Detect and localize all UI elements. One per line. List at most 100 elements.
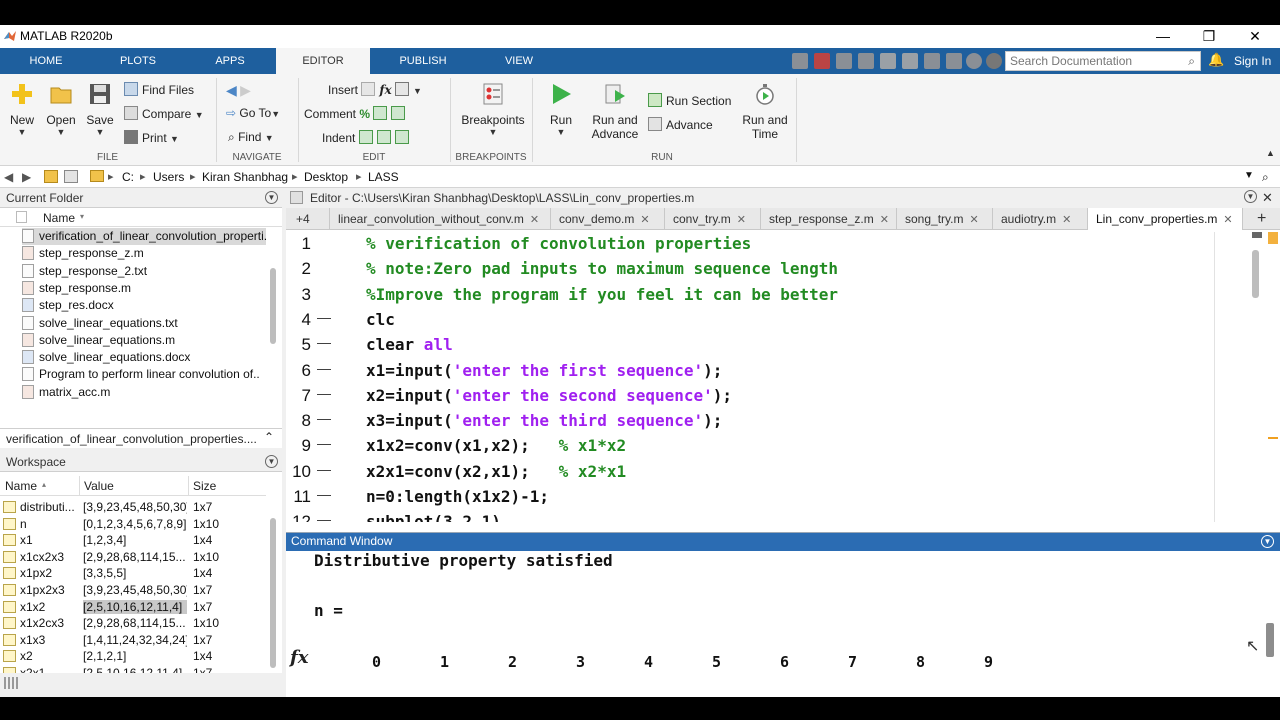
workspace-variable-row[interactable]: distributi... [3,9,23,45,48,50,30] 1x7 <box>0 499 266 516</box>
find-button[interactable]: ⌕ Find ▼ <box>228 130 274 145</box>
comment-percent-icon[interactable]: % <box>359 107 370 121</box>
uncomment-icon[interactable] <box>373 106 388 120</box>
tab-publish[interactable]: PUBLISH <box>376 48 470 74</box>
back-forward-buttons[interactable]: ◀ ▶ <box>226 82 251 99</box>
path-part-users[interactable]: Users <box>153 170 184 184</box>
path-part-lass[interactable]: LASS <box>368 170 399 184</box>
up-folder-icon[interactable] <box>44 170 58 183</box>
more-tabs-button[interactable]: +4 <box>286 208 330 230</box>
compare-button[interactable]: Compare ▼ <box>124 106 204 121</box>
workspace-variable-row[interactable]: x1x2 [2,5,10,16,12,11,4] 1x7 <box>0 599 266 616</box>
file-list-item[interactable]: solve_linear_equations.m <box>22 332 266 349</box>
breakpoint-gutter[interactable]: — <box>317 385 331 401</box>
file-tab[interactable]: step_response_z.m ✕ <box>761 208 897 230</box>
panel-menu-icon[interactable]: ▼ <box>265 191 278 204</box>
code-line[interactable]: 11 — n=0:length(x1x2)-1; <box>286 485 1244 510</box>
cut-icon[interactable] <box>814 53 830 69</box>
close-tab-icon[interactable]: ✕ <box>640 214 649 226</box>
close-tab-icon[interactable]: ✕ <box>530 214 539 226</box>
layout-icon[interactable] <box>946 53 962 69</box>
workspace-variable-row[interactable]: x1 [1,2,3,4] 1x4 <box>0 532 266 549</box>
workspace-variable-row[interactable]: x2 [2,1,2,1] 1x4 <box>0 648 266 665</box>
search-folder-icon[interactable]: ⌕ <box>1262 170 1269 185</box>
run-section-button[interactable]: Run Section <box>648 93 731 108</box>
workspace-variable-row[interactable]: x1x2cx3 [2,9,28,68,114,15... 1x10 <box>0 615 266 632</box>
open-button[interactable]: Open ▼ <box>44 82 78 137</box>
code-area[interactable]: 1 % verification of convolution propertie… <box>286 232 1244 522</box>
breakpoint-gutter[interactable]: — <box>317 511 331 522</box>
back-icon[interactable]: ◀ <box>4 170 13 184</box>
fx-icon[interactable]: fx <box>379 83 391 97</box>
search-icon[interactable]: ⌕ <box>1188 54 1195 69</box>
panel-menu-icon[interactable]: ▼ <box>265 455 278 468</box>
minimize-button[interactable]: — <box>1140 25 1186 48</box>
code-line[interactable]: 9 — x1x2=conv(x1,x2); % x1*x2 <box>286 434 1244 459</box>
browse-folder-icon[interactable] <box>64 170 78 183</box>
file-tab[interactable]: linear_convolution_without_conv.m ✕ <box>330 208 551 230</box>
file-list-item[interactable]: step_response_2.txt <box>22 263 266 280</box>
undo-icon[interactable] <box>880 53 896 69</box>
sign-in-link[interactable]: Sign In <box>1234 54 1271 68</box>
tab-apps[interactable]: APPS <box>184 48 276 74</box>
breakpoints-button[interactable]: Breakpoints ▼ <box>458 82 528 137</box>
help-icon[interactable] <box>966 53 982 69</box>
file-list-item[interactable]: step_response.m <box>22 280 266 297</box>
code-line[interactable]: 8 — x3=input('enter the third sequence'); <box>286 409 1244 434</box>
workspace-variable-row[interactable]: x1cx2x3 [2,9,28,68,114,15... 1x10 <box>0 549 266 566</box>
smart-indent-icon[interactable] <box>358 130 373 144</box>
ws-size-header[interactable]: Size <box>193 479 216 493</box>
code-line[interactable]: 6 — x1=input('enter the first sequence'); <box>286 359 1244 384</box>
folder-scrollbar[interactable] <box>270 268 276 344</box>
file-list-item[interactable]: solve_linear_equations.docx <box>22 349 266 366</box>
file-tab[interactable]: audiotry.m ✕ <box>993 208 1088 230</box>
close-tab-icon[interactable]: ✕ <box>1062 214 1071 226</box>
breakpoint-gutter[interactable]: — <box>317 435 331 451</box>
search-documentation-input[interactable]: Search Documentation ⌕ <box>1005 51 1201 71</box>
path-part-c[interactable]: C: <box>122 170 134 184</box>
save-button[interactable]: Save ▼ <box>84 82 116 137</box>
path-part-desktop[interactable]: Desktop <box>304 170 348 184</box>
ws-name-header[interactable]: Name <box>5 479 37 493</box>
breakpoint-gutter[interactable]: — <box>317 360 331 376</box>
run-and-advance-button[interactable]: Run and Advance <box>588 82 642 141</box>
code-line[interactable]: 12 — subplot(3,2,1) <box>286 510 1244 522</box>
insert-function-icon[interactable] <box>395 82 410 96</box>
name-column-header[interactable]: Name <box>43 211 75 225</box>
tab-home[interactable]: HOME <box>0 48 92 74</box>
file-tab[interactable]: song_try.m ✕ <box>897 208 993 230</box>
new-tab-button[interactable]: + <box>1248 208 1280 230</box>
close-tab-icon[interactable]: ✕ <box>1223 214 1232 226</box>
paste-icon[interactable] <box>858 53 874 69</box>
workspace-variable-row[interactable]: x1x3 [1,4,11,24,32,34,24] 1x7 <box>0 632 266 649</box>
details-bar[interactable]: verification_of_linear_convolution_prope… <box>0 428 282 448</box>
file-list-item[interactable]: Program to perform linear convolution of… <box>22 366 266 383</box>
code-line[interactable]: 5 — clear all <box>286 333 1244 358</box>
fx-prompt-icon[interactable]: fx <box>290 647 308 668</box>
code-line[interactable]: 4 — clc <box>286 308 1244 333</box>
workspace-scrollbar[interactable] <box>270 518 276 668</box>
run-button[interactable]: Run ▼ <box>542 82 580 137</box>
file-tab[interactable]: conv_try.m ✕ <box>665 208 761 230</box>
file-list-item[interactable]: step_response_z.m <box>22 245 266 262</box>
close-tab-icon[interactable]: ✕ <box>969 214 978 226</box>
chevron-down-icon[interactable]: ▼ <box>1244 170 1254 181</box>
path-part-kiran[interactable]: Kiran Shanbhag <box>202 170 288 184</box>
comment-button[interactable]: Comment % <box>304 106 409 121</box>
tab-editor[interactable]: EDITOR <box>276 48 370 74</box>
file-tab[interactable]: conv_demo.m ✕ <box>551 208 665 230</box>
find-files-button[interactable]: Find Files <box>124 82 194 97</box>
workspace-variable-row[interactable]: x1px2 [3,3,5,5] 1x4 <box>0 565 266 582</box>
close-tab-icon[interactable]: ✕ <box>737 214 746 226</box>
breakpoint-gutter[interactable]: — <box>317 410 331 426</box>
indent-button[interactable]: Indent <box>322 130 413 145</box>
forward-arrow-icon[interactable]: ▶ <box>240 82 251 98</box>
chevron-up-icon[interactable]: ⌃ <box>264 430 274 444</box>
file-list-item[interactable]: matrix_acc.m <box>22 384 266 401</box>
warning-marker[interactable] <box>1268 437 1278 439</box>
copy-icon[interactable] <box>836 53 852 69</box>
file-tab-active[interactable]: Lin_conv_properties.m ✕ <box>1088 208 1243 230</box>
command-scroll-thumb[interactable] <box>1266 623 1274 657</box>
code-line[interactable]: 3 %Improve the program if you feel it can… <box>286 283 1244 308</box>
code-line[interactable]: 7 — x2=input('enter the second sequence'); <box>286 384 1244 409</box>
collapse-ribbon-icon[interactable]: ▲ <box>1266 148 1275 158</box>
